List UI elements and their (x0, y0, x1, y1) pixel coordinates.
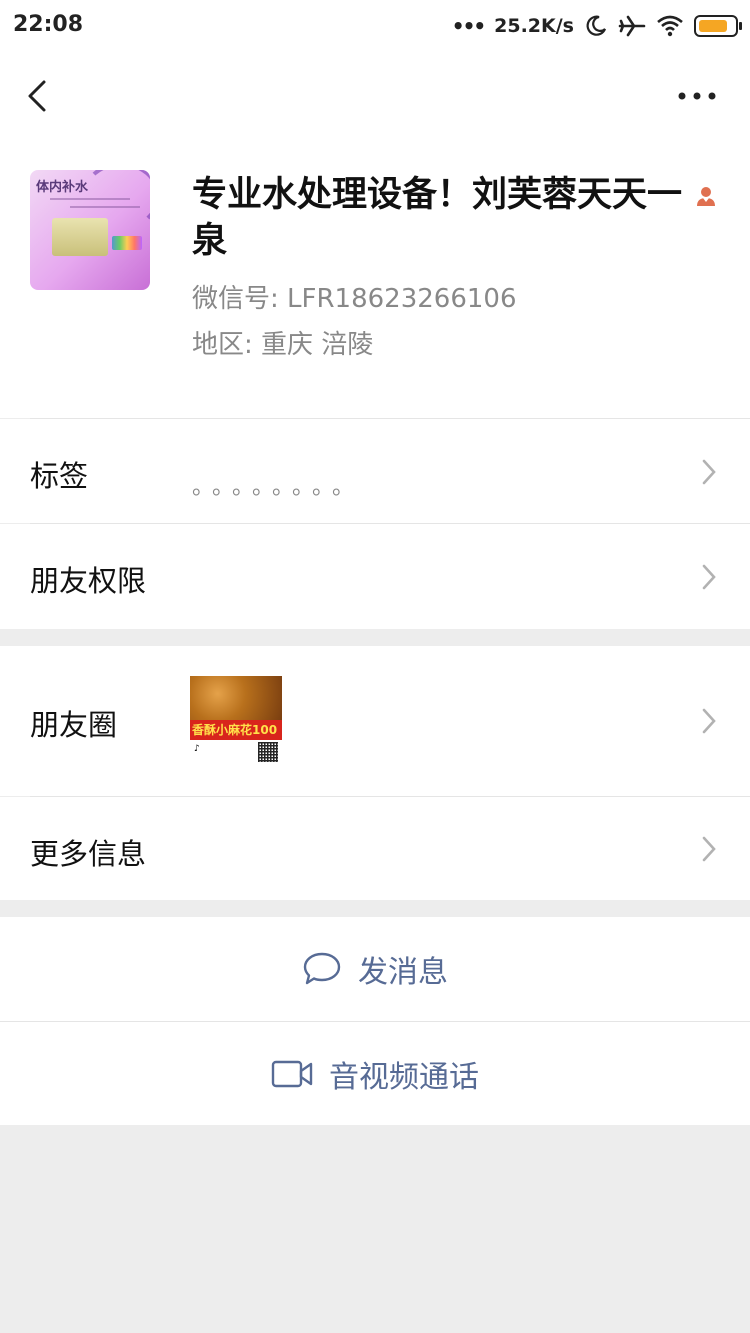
wifi-icon (657, 15, 683, 37)
tiktok-logo-icon: ♪ (194, 744, 200, 754)
moon-icon (586, 15, 607, 36)
moments-label: 朋友圈 (30, 708, 118, 742)
chevron-right-icon (702, 459, 716, 485)
status-bar: 22:08 ••• 25.2K/s (0, 0, 750, 52)
nav-bar (0, 52, 750, 142)
tags-row[interactable]: 标签 。。。。。。。。 (0, 419, 750, 523)
avatar[interactable]: 体内补水 (30, 170, 150, 290)
send-message-button[interactable]: 发消息 (0, 917, 750, 1021)
moments-thumbnail[interactable]: 香酥小麻花100 ♪ (190, 676, 282, 768)
more-notifications-icon: ••• (451, 14, 486, 38)
send-message-label: 发消息 (358, 955, 448, 990)
avatar-color-bar (112, 236, 142, 250)
video-call-button[interactable]: 音视频通话 (0, 1022, 750, 1125)
avatar-device (52, 218, 108, 256)
contact-name-text: 专业水处理设备！刘芙蓉天天一泉 (192, 175, 683, 261)
chevron-right-icon (702, 708, 716, 734)
friend-permissions-row[interactable]: 朋友权限 (0, 524, 750, 629)
tags-label: 标签 (30, 459, 89, 493)
video-camera-icon (271, 1060, 313, 1087)
wechat-id: 微信号: LFR18623266106 (192, 284, 517, 314)
network-speed: 25.2K/s (494, 15, 574, 37)
friend-permissions-label: 朋友权限 (30, 564, 147, 598)
chevron-right-icon (702, 564, 716, 590)
qr-code-icon (258, 742, 278, 762)
moments-row[interactable]: 朋友圈 香酥小麻花100 ♪ (0, 646, 750, 796)
video-call-label: 音视频通话 (329, 1059, 479, 1095)
avatar-text: 体内补水 (36, 180, 89, 195)
tags-value: 。。。。。。。。 (192, 475, 364, 500)
thumbnail-text: 香酥小麻花100 (192, 723, 278, 737)
contact-name: 专业水处理设备！刘芙蓉天天一泉 (192, 172, 692, 264)
profile-header: 体内补水 专业水处理设备！刘芙蓉天天一泉 微信号: LFR18623266106… (0, 142, 750, 418)
airplane-icon (618, 15, 646, 37)
person-icon (697, 187, 715, 206)
chevron-right-icon (702, 836, 716, 862)
battery-icon (694, 15, 742, 37)
status-indicators: ••• 25.2K/s (451, 10, 742, 42)
status-time: 22:08 (13, 12, 84, 37)
avatar-line (50, 198, 130, 200)
region: 地区: 重庆 涪陵 (192, 330, 374, 360)
more-info-row[interactable]: 更多信息 (0, 797, 750, 900)
avatar-line (70, 206, 140, 208)
thumbnail-food-image (190, 676, 282, 720)
back-icon[interactable] (18, 76, 58, 116)
more-info-label: 更多信息 (30, 837, 147, 871)
chat-bubble-icon (303, 952, 341, 985)
battery-level (699, 20, 727, 32)
more-options-icon[interactable] (672, 76, 722, 116)
